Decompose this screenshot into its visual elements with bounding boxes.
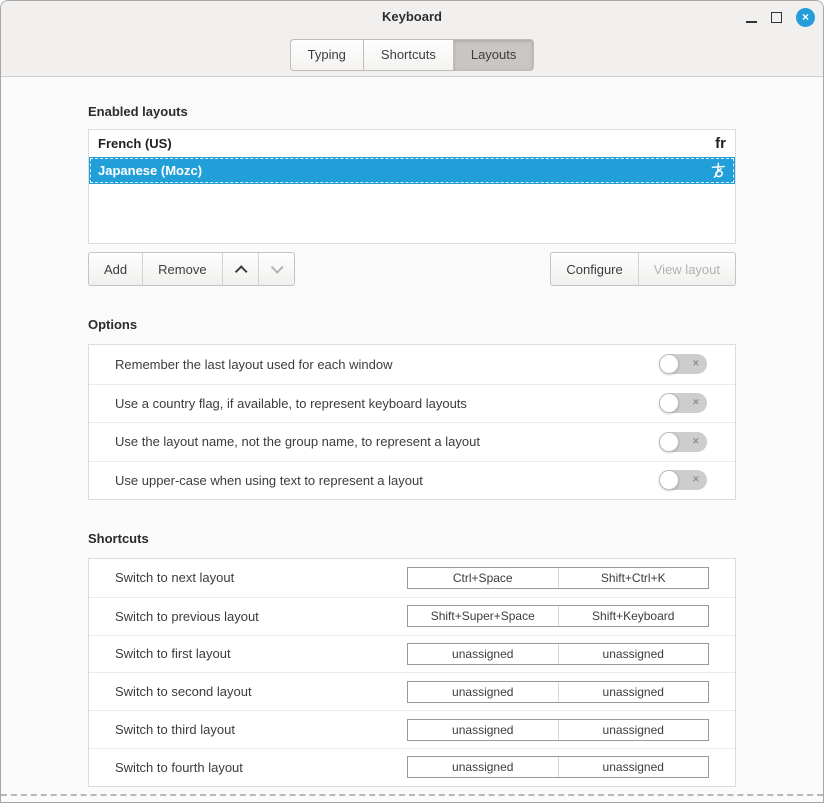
window-controls: ×	[746, 1, 815, 33]
shortcut-label: Switch to third layout	[115, 722, 235, 737]
enabled-layouts-list: French (US) fr Japanese (Mozc)	[88, 129, 736, 244]
keybinding-cell[interactable]: unassigned	[408, 720, 558, 740]
keybinding-cell[interactable]: unassigned	[408, 682, 558, 702]
toggle-off-icon: ×	[693, 398, 699, 409]
keybinding-cell[interactable]: Shift+Ctrl+K	[558, 568, 709, 588]
chevron-down-icon	[270, 261, 283, 274]
keybinding-cell[interactable]: unassigned	[558, 682, 709, 702]
close-button[interactable]: ×	[796, 8, 815, 27]
tab-strip: Typing Shortcuts Layouts	[1, 33, 823, 76]
move-up-button[interactable]	[222, 253, 258, 285]
toggle-off-icon: ×	[693, 475, 699, 486]
shortcut-row-second-layout: Switch to second layout unassigned unass…	[89, 672, 735, 710]
shortcuts-list: Switch to next layout Ctrl+Space Shift+C…	[88, 558, 736, 787]
option-row-upper-case: Use upper-case when using text to repres…	[89, 461, 735, 500]
configure-button[interactable]: Configure	[551, 253, 637, 285]
option-label: Use a country flag, if available, to rep…	[115, 396, 467, 411]
keybinding-cell[interactable]: unassigned	[558, 720, 709, 740]
enabled-layouts-heading: Enabled layouts	[88, 104, 736, 119]
toggle-knob	[659, 432, 679, 452]
shortcut-label: Switch to next layout	[115, 570, 234, 585]
keybinding-pair: Shift+Super+Space Shift+Keyboard	[407, 605, 709, 627]
option-label: Remember the last layout used for each w…	[115, 357, 392, 372]
option-row-country-flag: Use a country flag, if available, to rep…	[89, 384, 735, 423]
chevron-up-icon	[234, 265, 247, 278]
move-down-button[interactable]	[258, 253, 294, 285]
layout-row-japanese[interactable]: Japanese (Mozc)	[89, 157, 735, 184]
options-list: Remember the last layout used for each w…	[88, 344, 736, 500]
layouts-page: Enabled layouts French (US) fr Japanese …	[1, 104, 823, 787]
keybinding-cell[interactable]: Ctrl+Space	[408, 568, 558, 588]
minimize-icon[interactable]	[746, 21, 757, 23]
window-header: Keyboard × Typing Shortcuts Layouts	[1, 1, 823, 77]
add-button[interactable]: Add	[89, 253, 142, 285]
toggle-layout-name[interactable]: ×	[659, 432, 707, 452]
options-heading: Options	[88, 317, 736, 332]
keybinding-cell[interactable]: Shift+Super+Space	[408, 606, 558, 626]
hiragana-a-icon	[710, 162, 726, 179]
keybinding-pair: Ctrl+Space Shift+Ctrl+K	[407, 567, 709, 589]
keybinding-pair: unassigned unassigned	[407, 681, 709, 703]
maximize-icon[interactable]	[771, 12, 782, 23]
shortcuts-heading: Shortcuts	[88, 531, 736, 546]
shortcut-row-first-layout: Switch to first layout unassigned unassi…	[89, 635, 735, 673]
keybinding-cell[interactable]: unassigned	[558, 757, 709, 777]
shortcut-row-third-layout: Switch to third layout unassigned unassi…	[89, 710, 735, 748]
keybinding-cell[interactable]: unassigned	[558, 644, 709, 664]
window-title: Keyboard	[1, 1, 823, 33]
layout-row-french[interactable]: French (US) fr	[89, 130, 735, 157]
toggle-off-icon: ×	[693, 436, 699, 447]
tab-typing[interactable]: Typing	[290, 39, 364, 71]
close-icon: ×	[802, 11, 809, 23]
layout-action-button-group: Configure View layout	[550, 252, 736, 286]
toggle-off-icon: ×	[693, 359, 699, 370]
keyboard-settings-window: Keyboard × Typing Shortcuts Layouts Enab…	[0, 0, 824, 803]
layout-name: Japanese (Mozc)	[98, 163, 202, 178]
layout-name: French (US)	[98, 136, 172, 151]
shortcut-row-previous-layout: Switch to previous layout Shift+Super+Sp…	[89, 597, 735, 635]
keybinding-cell[interactable]: unassigned	[408, 757, 558, 777]
layout-list-buttons: Add Remove Configure View layout	[88, 252, 736, 286]
option-row-remember-layout: Remember the last layout used for each w…	[89, 345, 735, 384]
titlebar[interactable]: Keyboard ×	[1, 1, 823, 33]
keybinding-pair: unassigned unassigned	[407, 719, 709, 741]
toggle-knob	[659, 393, 679, 413]
toggle-knob	[659, 354, 679, 374]
toggle-upper-case[interactable]: ×	[659, 470, 707, 490]
shortcut-row-next-layout: Switch to next layout Ctrl+Space Shift+C…	[89, 559, 735, 597]
keybinding-cell[interactable]: Shift+Keyboard	[558, 606, 709, 626]
option-label: Use upper-case when using text to repres…	[115, 473, 423, 488]
shortcut-label: Switch to previous layout	[115, 609, 259, 624]
keybinding-pair: unassigned unassigned	[407, 756, 709, 778]
tab-layouts[interactable]: Layouts	[454, 39, 535, 71]
shortcut-label: Switch to second layout	[115, 684, 252, 699]
layout-indicator-fr: fr	[715, 136, 726, 151]
tab-shortcuts[interactable]: Shortcuts	[364, 39, 454, 71]
list-edit-button-group: Add Remove	[88, 252, 295, 286]
keybinding-cell[interactable]: unassigned	[408, 644, 558, 664]
remove-button[interactable]: Remove	[142, 253, 221, 285]
shortcut-row-fourth-layout: Switch to fourth layout unassigned unass…	[89, 748, 735, 786]
toggle-knob	[659, 470, 679, 490]
window-resize-edge[interactable]	[1, 794, 823, 796]
toggle-country-flag[interactable]: ×	[659, 393, 707, 413]
option-label: Use the layout name, not the group name,…	[115, 434, 480, 449]
view-layout-button[interactable]: View layout	[638, 253, 735, 285]
shortcut-label: Switch to fourth layout	[115, 760, 243, 775]
option-row-layout-name: Use the layout name, not the group name,…	[89, 422, 735, 461]
keybinding-pair: unassigned unassigned	[407, 643, 709, 665]
toggle-remember-layout[interactable]: ×	[659, 354, 707, 374]
tab-group: Typing Shortcuts Layouts	[290, 39, 535, 71]
shortcut-label: Switch to first layout	[115, 646, 231, 661]
